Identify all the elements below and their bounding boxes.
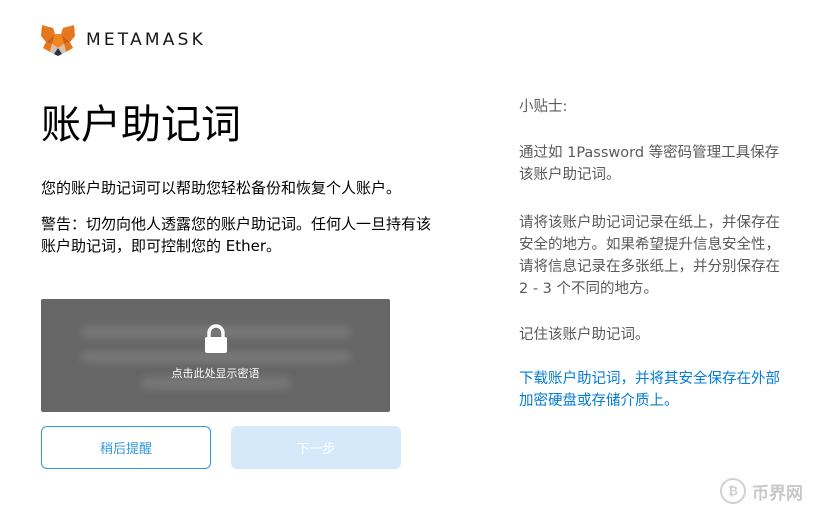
warning-text: 警告：切勿向他人透露您的账户助记词。任何人一旦持有该账户助记词，即可控制您的 E… (41, 215, 432, 255)
page-title: 账户助记词 (41, 102, 241, 148)
reveal-label: 点击此处显示密语 (171, 367, 260, 380)
reveal-seed-phrase-overlay[interactable]: 点击此处显示密语 (41, 299, 390, 412)
bitcoin-coin-icon: ₿ (720, 478, 746, 504)
next-button[interactable]: 下一步 (231, 426, 401, 469)
header: METAMASK (40, 24, 206, 56)
tip-item: 请将该账户助记词记录在纸上，并保存在安全的地方。如果希望提升信息安全性，请将信息… (519, 215, 780, 297)
tips-label: 小贴士: (519, 99, 568, 115)
main-content: 账户助记词 您的账户助记词可以帮助您轻松备份和恢复个人账户。 警告：切勿向他人透… (41, 100, 441, 257)
download-seed-phrase-link[interactable]: 下载账户助记词，并将其安全保存在外部加密硬盘或存储介质上。 (519, 368, 789, 412)
tip-item: 记住该账户助记词。 (519, 327, 650, 343)
tip-item: 通过如 1Password 等密码管理工具保存该账户助记词。 (519, 145, 780, 183)
watermark: ₿ 币界网 (720, 478, 803, 504)
brand-wordmark: METAMASK (86, 30, 206, 50)
tips-panel: 小贴士: 通过如 1Password 等密码管理工具保存该账户助记词。 请将该账… (519, 96, 789, 412)
remind-later-button[interactable]: 稍后提醒 (41, 426, 211, 469)
metamask-fox-icon (41, 25, 75, 56)
lock-icon (205, 324, 227, 353)
watermark-text: 币界网 (752, 483, 803, 504)
description-text: 您的账户助记词可以帮助您轻松备份和恢复个人账户。 (41, 179, 402, 197)
